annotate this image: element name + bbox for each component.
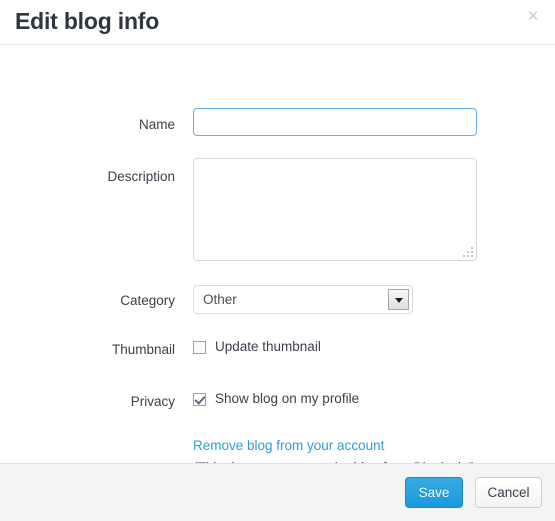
cancel-button[interactable]: Cancel [475,477,542,508]
dialog-body: Name Description Category Other Thumbnai… [0,45,555,475]
close-icon[interactable]: × [522,6,544,28]
name-field-wrap [193,108,477,136]
description-label: Description [107,169,175,184]
category-selected-value: Other [203,292,237,307]
chevron-down-icon[interactable] [388,289,409,310]
category-field-wrap: Other [193,285,413,314]
description-field-wrap [193,158,477,261]
show-blog-on-profile-checkbox[interactable] [193,392,206,406]
remove-blog-link[interactable]: Remove blog from your account [193,436,475,456]
show-blog-on-profile-label[interactable]: Show blog on my profile [215,390,359,408]
name-label: Name [138,117,175,132]
category-label: Category [120,293,175,308]
update-thumbnail-label[interactable]: Update thumbnail [215,338,321,356]
privacy-label: Privacy [130,394,175,409]
name-input[interactable] [193,108,477,136]
save-button[interactable]: Save [405,477,463,508]
category-select[interactable]: Other [193,285,413,314]
dialog-footer: Save Cancel [0,463,555,521]
dialog-title: Edit blog info [15,8,160,34]
dialog-header: Edit blog info × [0,0,555,45]
thumbnail-field-wrap: Update thumbnail [193,338,321,356]
privacy-field-wrap: Show blog on my profile [193,390,359,408]
update-thumbnail-checkbox[interactable] [193,340,206,354]
edit-blog-info-dialog: Edit blog info × Name Description Catego… [0,0,555,521]
thumbnail-label: Thumbnail [111,342,175,357]
description-textarea[interactable] [193,158,477,261]
